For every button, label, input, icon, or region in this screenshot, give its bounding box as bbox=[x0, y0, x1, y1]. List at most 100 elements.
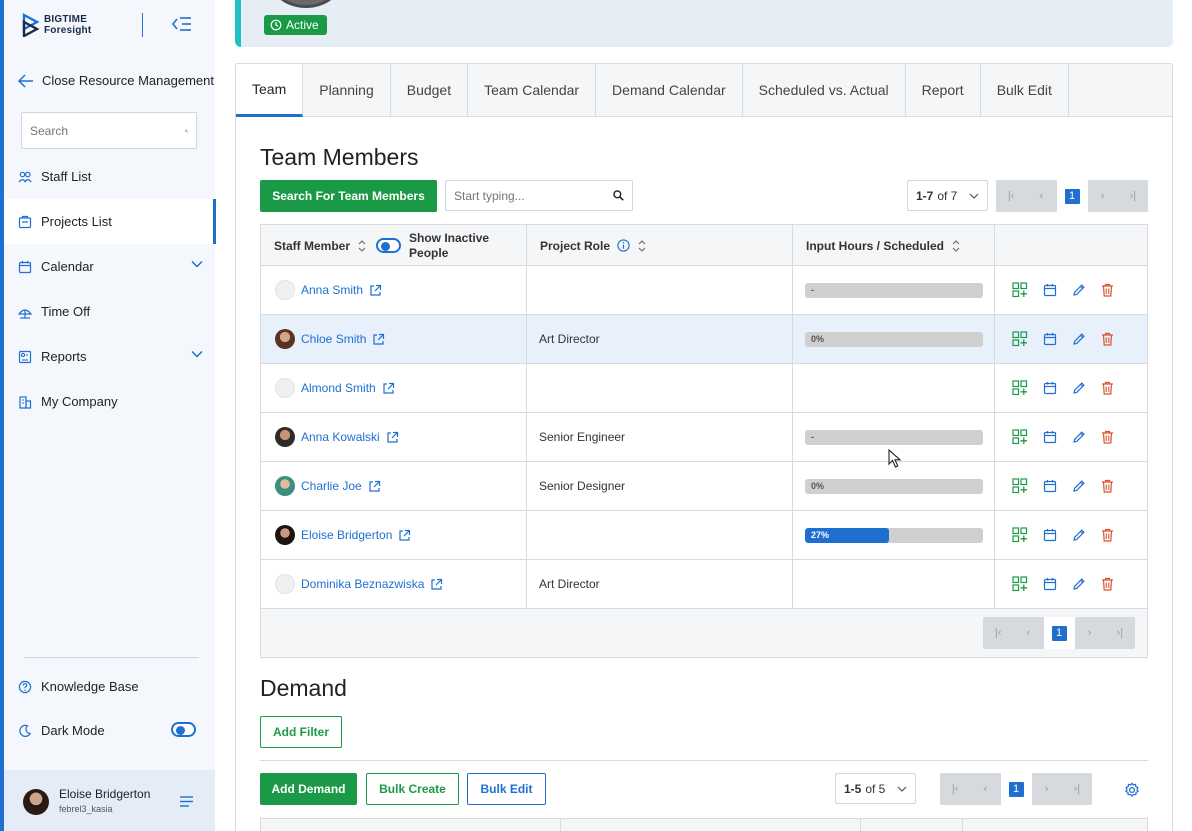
sidebar-item-staff-list[interactable]: Staff List bbox=[4, 154, 215, 199]
tab-demand-calendar[interactable]: Demand Calendar bbox=[596, 64, 743, 116]
next-page-icon[interactable]: › bbox=[1032, 773, 1062, 805]
trash-icon[interactable] bbox=[1101, 430, 1114, 444]
tab-bulk-edit[interactable]: Bulk Edit bbox=[981, 64, 1069, 116]
sidebar-item-projects-list[interactable]: Projects List bbox=[4, 199, 216, 244]
next-page-icon[interactable]: › bbox=[1075, 617, 1105, 649]
trash-icon[interactable] bbox=[1101, 283, 1114, 297]
staff-name-link[interactable]: Anna Smith bbox=[301, 283, 363, 297]
sidebar-item-time-off[interactable]: Time Off bbox=[4, 289, 215, 334]
sort-icon[interactable] bbox=[358, 239, 366, 252]
table-row[interactable]: Almond Smith bbox=[261, 364, 1147, 413]
column-input-hours[interactable]: Input Hours / Scheduled bbox=[793, 225, 995, 266]
trash-icon[interactable] bbox=[1101, 332, 1114, 346]
sidebar-search[interactable] bbox=[21, 112, 197, 149]
staff-name-link[interactable]: Charlie Joe bbox=[301, 479, 362, 493]
column-staff-member[interactable]: Staff Member Show Inactive People bbox=[261, 225, 527, 266]
external-link-icon[interactable] bbox=[430, 578, 443, 591]
staff-name-link[interactable]: Chloe Smith bbox=[301, 332, 366, 346]
dark-mode-toggle[interactable] bbox=[171, 722, 196, 737]
add-assignment-icon[interactable] bbox=[1012, 282, 1028, 298]
page-number[interactable]: 1 bbox=[1064, 188, 1080, 204]
tab-scheduled-vs-actual[interactable]: Scheduled vs. Actual bbox=[743, 64, 906, 116]
first-page-icon[interactable]: |‹ bbox=[983, 617, 1013, 649]
trash-icon[interactable] bbox=[1101, 479, 1114, 493]
first-page-icon[interactable]: |‹ bbox=[940, 773, 970, 805]
table-row[interactable]: Charlie Joe Senior Designer 0% bbox=[261, 462, 1147, 511]
add-assignment-icon[interactable] bbox=[1012, 331, 1028, 347]
add-assignment-icon[interactable] bbox=[1012, 527, 1028, 543]
trash-icon[interactable] bbox=[1101, 528, 1114, 542]
gear-icon[interactable] bbox=[1124, 782, 1140, 798]
sidebar-item-my-company[interactable]: My Company bbox=[4, 379, 215, 424]
staff-name-link[interactable]: Almond Smith bbox=[301, 381, 376, 395]
search-icon[interactable] bbox=[613, 190, 624, 201]
external-link-icon[interactable] bbox=[386, 431, 399, 444]
menu-icon[interactable] bbox=[180, 796, 193, 807]
edit-pencil-icon[interactable] bbox=[1072, 577, 1086, 591]
add-demand-button[interactable]: Add Demand bbox=[260, 773, 357, 805]
show-inactive-toggle[interactable] bbox=[376, 238, 402, 253]
add-assignment-icon[interactable] bbox=[1012, 576, 1028, 592]
calendar-icon[interactable] bbox=[1043, 430, 1057, 444]
demand-range-select[interactable]: 1-5 of 5 bbox=[835, 773, 916, 804]
sidebar-item-reports[interactable]: Reports bbox=[4, 334, 215, 379]
tab-report[interactable]: Report bbox=[906, 64, 981, 116]
edit-pencil-icon[interactable] bbox=[1072, 528, 1086, 542]
column-project-role[interactable]: Project Role bbox=[527, 225, 793, 266]
table-row[interactable]: Dominika Beznazwiska Art Director bbox=[261, 560, 1147, 609]
tab-planning[interactable]: Planning bbox=[303, 64, 391, 116]
add-assignment-icon[interactable] bbox=[1012, 429, 1028, 445]
add-assignment-icon[interactable] bbox=[1012, 478, 1028, 494]
bulk-create-button[interactable]: Bulk Create bbox=[366, 773, 459, 805]
staff-name-link[interactable]: Anna Kowalski bbox=[301, 430, 380, 444]
collapse-sidebar-icon[interactable] bbox=[170, 14, 192, 34]
edit-pencil-icon[interactable] bbox=[1072, 479, 1086, 493]
external-link-icon[interactable] bbox=[372, 333, 385, 346]
external-link-icon[interactable] bbox=[398, 529, 411, 542]
external-link-icon[interactable] bbox=[368, 480, 381, 493]
tab-budget[interactable]: Budget bbox=[391, 64, 469, 116]
calendar-icon[interactable] bbox=[1043, 577, 1057, 591]
calendar-icon[interactable] bbox=[1043, 283, 1057, 297]
sidebar-item-calendar[interactable]: Calendar bbox=[4, 244, 215, 289]
edit-pencil-icon[interactable] bbox=[1072, 430, 1086, 444]
last-page-icon[interactable]: ›| bbox=[1062, 773, 1092, 805]
user-profile[interactable]: Eloise Bridgerton febrel3_kasia bbox=[4, 770, 215, 831]
team-search-input[interactable] bbox=[454, 188, 613, 203]
calendar-icon[interactable] bbox=[1043, 332, 1057, 346]
prev-page-icon[interactable]: ‹ bbox=[970, 773, 1000, 805]
edit-pencil-icon[interactable] bbox=[1072, 283, 1086, 297]
external-link-icon[interactable] bbox=[369, 284, 382, 297]
next-page-icon[interactable]: › bbox=[1088, 180, 1118, 212]
edit-pencil-icon[interactable] bbox=[1072, 332, 1086, 346]
sidebar-search-input[interactable] bbox=[30, 123, 185, 138]
calendar-icon[interactable] bbox=[1043, 528, 1057, 542]
calendar-icon[interactable] bbox=[1043, 479, 1057, 493]
staff-name-link[interactable]: Eloise Bridgerton bbox=[301, 528, 392, 542]
info-icon[interactable] bbox=[617, 239, 630, 252]
chevron-down-icon[interactable] bbox=[191, 260, 203, 268]
add-filter-button[interactable]: Add Filter bbox=[260, 716, 342, 748]
sort-icon[interactable] bbox=[638, 239, 646, 252]
external-link-icon[interactable] bbox=[382, 382, 395, 395]
chevron-down-icon[interactable] bbox=[191, 350, 203, 358]
edit-pencil-icon[interactable] bbox=[1072, 381, 1086, 395]
table-row[interactable]: Eloise Bridgerton 27% bbox=[261, 511, 1147, 560]
search-icon[interactable] bbox=[185, 124, 188, 138]
staff-name-link[interactable]: Dominika Beznazwiska bbox=[301, 577, 424, 591]
knowledge-base-link[interactable]: Knowledge Base bbox=[18, 679, 139, 694]
search-team-members-button[interactable]: Search For Team Members bbox=[260, 180, 437, 212]
brand-logo[interactable]: BIGTIME Foresight bbox=[22, 13, 91, 37]
calendar-icon[interactable] bbox=[1043, 381, 1057, 395]
prev-page-icon[interactable]: ‹ bbox=[1013, 617, 1043, 649]
close-resource-management-link[interactable]: Close Resource Management bbox=[18, 73, 214, 88]
table-row[interactable]: Anna Kowalski Senior Engineer - bbox=[261, 413, 1147, 462]
first-page-icon[interactable]: |‹ bbox=[996, 180, 1026, 212]
sort-icon[interactable] bbox=[952, 239, 960, 252]
last-page-icon[interactable]: ›| bbox=[1105, 617, 1135, 649]
page-number[interactable]: 1 bbox=[1051, 625, 1067, 641]
add-assignment-icon[interactable] bbox=[1012, 380, 1028, 396]
team-search-field[interactable] bbox=[445, 180, 633, 211]
last-page-icon[interactable]: ›| bbox=[1118, 180, 1148, 212]
bulk-edit-button[interactable]: Bulk Edit bbox=[467, 773, 546, 805]
